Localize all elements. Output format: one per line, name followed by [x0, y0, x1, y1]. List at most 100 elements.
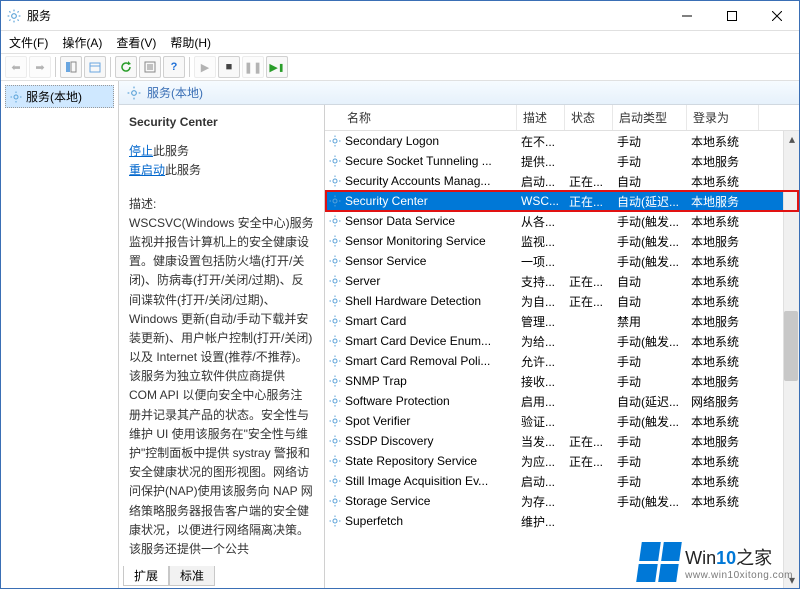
menu-file[interactable]: 文件(F): [9, 34, 48, 51]
cell-desc: 管理...: [517, 313, 565, 330]
cell-logon: 网络服务: [687, 393, 759, 410]
cell-startup: 手动: [613, 453, 687, 470]
service-row[interactable]: Security Accounts Manag...启动...正在...自动本地…: [325, 171, 799, 191]
wm-prefix: Win: [685, 548, 716, 568]
cell-logon: 本地系统: [687, 213, 759, 230]
menu-action[interactable]: 操作(A): [62, 34, 102, 51]
menu-view[interactable]: 查看(V): [116, 34, 156, 51]
tree-root-services-local[interactable]: 服务(本地): [5, 85, 114, 108]
service-row[interactable]: Storage Service为存...手动(触发...本地系统: [325, 491, 799, 511]
gear-icon: [325, 295, 341, 307]
service-row[interactable]: Security CenterWSC...正在...自动(延迟...本地服务: [325, 191, 799, 211]
service-list[interactable]: Secondary Logon在不...手动本地系统Secure Socket …: [325, 131, 799, 588]
col-header-logon[interactable]: 登录为: [687, 105, 759, 130]
service-row[interactable]: Smart Card Device Enum...为给...手动(触发...本地…: [325, 331, 799, 351]
stop-service-button[interactable]: ■: [218, 56, 240, 78]
cell-startup: 自动(延迟...: [613, 393, 687, 410]
cell-startup: 手动(触发...: [613, 413, 687, 430]
service-row[interactable]: Shell Hardware Detection为自...正在...自动本地系统: [325, 291, 799, 311]
cell-logon: 本地服务: [687, 193, 759, 210]
gear-icon: [325, 215, 341, 227]
cell-startup: 手动: [613, 473, 687, 490]
service-row[interactable]: Secondary Logon在不...手动本地系统: [325, 131, 799, 151]
cell-startup: 手动(触发...: [613, 253, 687, 270]
cell-desc: 启用...: [517, 393, 565, 410]
col-header-startup[interactable]: 启动类型: [613, 105, 687, 130]
maximize-button[interactable]: [709, 1, 754, 31]
service-row[interactable]: Secure Socket Tunneling ...提供...手动本地服务: [325, 151, 799, 171]
tab-standard[interactable]: 标准: [169, 566, 215, 586]
scroll-thumb[interactable]: [784, 311, 798, 381]
cell-status: 正在...: [565, 433, 613, 450]
pause-service-button[interactable]: ❚❚: [242, 56, 264, 78]
cell-startup: 手动(触发...: [613, 493, 687, 510]
col-header-desc[interactable]: 描述: [517, 105, 565, 130]
service-row[interactable]: Smart Card Removal Poli...允许...手动本地系统: [325, 351, 799, 371]
toolbar-separator: [189, 57, 190, 77]
service-row[interactable]: Spot Verifier验证...手动(触发...本地系统: [325, 411, 799, 431]
cell-logon: 本地系统: [687, 333, 759, 350]
cell-name: Spot Verifier: [341, 414, 517, 428]
window-controls: [664, 1, 799, 31]
properties-button[interactable]: [139, 56, 161, 78]
service-row[interactable]: Sensor Service一项...手动(触发...本地系统: [325, 251, 799, 271]
cell-status: 正在...: [565, 273, 613, 290]
service-row[interactable]: State Repository Service为应...正在...手动本地系统: [325, 451, 799, 471]
detail-service-name: Security Center: [129, 113, 314, 132]
restart-link[interactable]: 重启动: [129, 163, 165, 177]
cell-name: Smart Card: [341, 314, 517, 328]
right-pane: 服务(本地) Security Center 停止此服务 重启动此服务 描述: …: [119, 81, 799, 588]
cell-name: Security Center: [341, 194, 517, 208]
cell-logon: 本地系统: [687, 293, 759, 310]
services-window: 服务 文件(F) 操作(A) 查看(V) 帮助(H) ⬅ ➡ ? ▶ ■ ❚❚ …: [0, 0, 800, 589]
col-header-name[interactable]: 名称: [341, 105, 517, 130]
service-row[interactable]: SSDP Discovery当发...正在...手动本地服务: [325, 431, 799, 451]
gear-icon: [325, 175, 341, 187]
list-vertical-scrollbar[interactable]: ▴ ▾: [783, 131, 799, 588]
service-list-pane: 名称 描述 状态 启动类型 登录为 Secondary Logon在不...手动…: [324, 105, 799, 588]
nav-forward-button[interactable]: ➡: [29, 56, 51, 78]
watermark: Win10之家 www.win10xitong.com: [639, 542, 793, 582]
nav-back-button[interactable]: ⬅: [5, 56, 27, 78]
wm-suffix: 之家: [736, 548, 772, 568]
cell-name: Still Image Acquisition Ev...: [341, 474, 517, 488]
service-row[interactable]: Sensor Data Service从各...手动(触发...本地系统: [325, 211, 799, 231]
gear-icon: [325, 235, 341, 247]
col-header-status[interactable]: 状态: [565, 105, 613, 130]
service-row[interactable]: Server支持...正在...自动本地系统: [325, 271, 799, 291]
gear-icon: [325, 255, 341, 267]
restart-service-button[interactable]: ▶❚: [266, 56, 288, 78]
cell-desc: 启动...: [517, 473, 565, 490]
gear-icon: [325, 315, 341, 327]
wm-url: www.win10xitong.com: [685, 570, 793, 581]
service-row[interactable]: Sensor Monitoring Service监视...手动(触发...本地…: [325, 231, 799, 251]
gear-icon: [325, 195, 341, 207]
export-list-button[interactable]: [84, 56, 106, 78]
scroll-up-icon[interactable]: ▴: [784, 131, 799, 147]
cell-desc: 验证...: [517, 413, 565, 430]
service-row[interactable]: SNMP Trap接收...手动本地服务: [325, 371, 799, 391]
gear-icon: [325, 375, 341, 387]
windows-logo-icon: [636, 542, 682, 582]
tab-extended[interactable]: 扩展: [123, 566, 169, 586]
service-row[interactable]: Still Image Acquisition Ev...启动...手动本地系统: [325, 471, 799, 491]
service-row[interactable]: Superfetch维护...: [325, 511, 799, 531]
cell-logon: 本地服务: [687, 153, 759, 170]
cell-desc: WSC...: [517, 194, 565, 208]
gear-icon: [325, 135, 341, 147]
cell-desc: 监视...: [517, 233, 565, 250]
service-row[interactable]: Software Protection启用...自动(延迟...网络服务: [325, 391, 799, 411]
help-button[interactable]: ?: [163, 56, 185, 78]
cell-startup: 手动(触发...: [613, 233, 687, 250]
start-service-button[interactable]: ▶: [194, 56, 216, 78]
menu-help[interactable]: 帮助(H): [170, 34, 211, 51]
stop-link[interactable]: 停止: [129, 144, 153, 158]
close-button[interactable]: [754, 1, 799, 31]
service-row[interactable]: Smart Card管理...禁用本地服务: [325, 311, 799, 331]
cell-desc: 接收...: [517, 373, 565, 390]
refresh-button[interactable]: [115, 56, 137, 78]
minimize-button[interactable]: [664, 1, 709, 31]
cell-name: Smart Card Device Enum...: [341, 334, 517, 348]
show-hide-tree-button[interactable]: [60, 56, 82, 78]
watermark-text: Win10之家 www.win10xitong.com: [685, 544, 793, 581]
